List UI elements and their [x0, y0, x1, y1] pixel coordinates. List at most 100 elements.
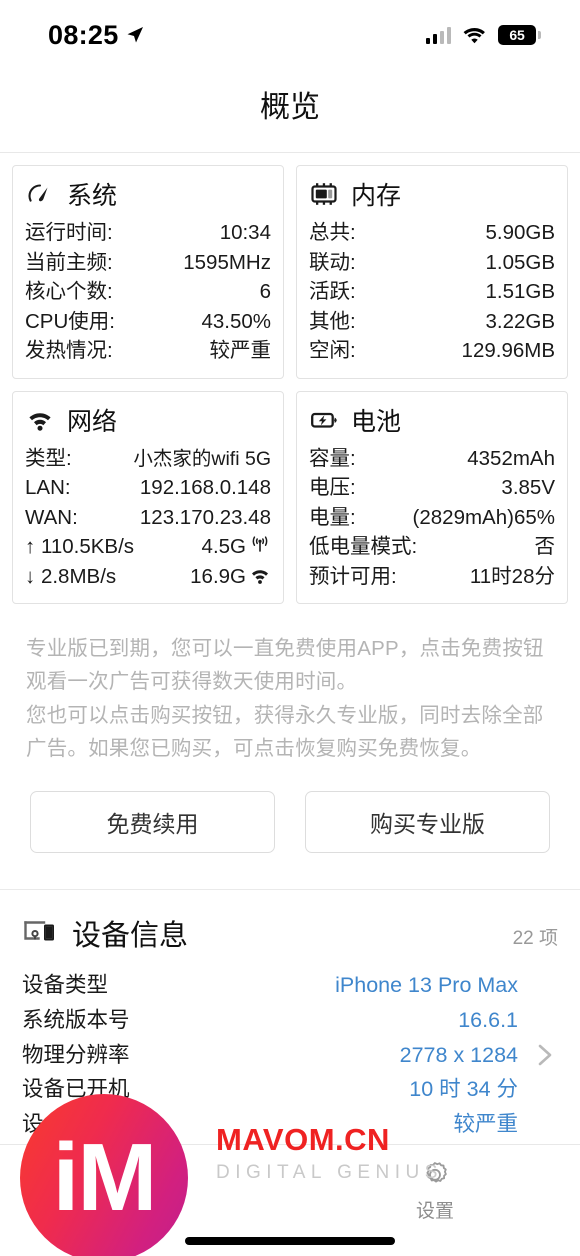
- stat-value: 11时28分: [469, 564, 555, 588]
- battery-percent: 65: [509, 27, 525, 43]
- stat-row: 核心个数: 6: [25, 277, 271, 307]
- stat-row: LAN: 192.168.0.148: [25, 473, 271, 503]
- stat-key: LAN:: [25, 476, 71, 500]
- card-title: 系统: [67, 182, 118, 210]
- stat-value: 3.85V: [501, 476, 555, 500]
- stat-value: 否: [534, 535, 556, 559]
- card-title: 内存: [351, 182, 402, 210]
- stat-value: 10:34: [219, 221, 271, 244]
- cellular-tower-icon: [252, 536, 268, 552]
- stat-value: 4352mAh: [467, 446, 555, 470]
- download-total: 16.9G: [190, 564, 246, 588]
- card-battery[interactable]: 电池 容量: 4352mAh 电压: 3.85V 电量: (2829mAh)65…: [296, 390, 568, 605]
- stat-key: CPU使用:: [25, 309, 115, 333]
- stat-row: 预计可用: 11时28分: [309, 562, 555, 592]
- promo-button-row: 免费续用 购买专业版: [0, 765, 580, 853]
- stats-card-grid: 系统 运行时间: 10:34 当前主频: 1595MHz 核心个数: 6 CPU…: [0, 153, 580, 605]
- device-info-header-left: 设备信息: [22, 912, 188, 954]
- upload-speed: ↑ 110.5KB/s: [25, 535, 135, 559]
- upload-total-group: 4.5G: [202, 532, 271, 562]
- stat-key: 发热情况:: [25, 339, 113, 363]
- chevron-right-icon[interactable]: [532, 1035, 558, 1075]
- stat-row: 其他: 3.22GB: [309, 307, 555, 337]
- card-system[interactable]: 系统 运行时间: 10:34 当前主频: 1595MHz 核心个数: 6 CPU…: [12, 165, 284, 379]
- promo-line-2: 您也可以点击购买按钮，获得永久专业版，同时去除全部广告。如果您已购买，可点击恢复…: [26, 703, 544, 760]
- stat-key: WAN:: [25, 505, 78, 529]
- watermark-text-group: MAVOM.CN DIGITAL GENIUS: [216, 1122, 443, 1184]
- stat-value: (2829mAh)65%: [412, 505, 555, 529]
- device-row-value: iPhone 13 Pro Max: [335, 972, 518, 997]
- battery-charging-icon: [311, 412, 337, 428]
- card-title: 网络: [67, 407, 118, 436]
- stat-key: 容量:: [309, 446, 356, 470]
- cellular-signal-icon: [425, 26, 451, 44]
- device-info-header: 设备信息 22 项: [22, 912, 558, 954]
- promo-line-1: 专业版已到期，您可以一直免费使用APP，点击免费按钮观看一次广告可获得数天使用时…: [26, 637, 544, 694]
- stat-row: 活跃: 1.51GB: [309, 277, 555, 307]
- stat-row: CPU使用: 43.50%: [25, 307, 271, 337]
- device-row-value: 16.6.1: [458, 1007, 518, 1032]
- device-row: 物理分辨率 2778 x 1284: [22, 1038, 518, 1073]
- network-download-row: ↓ 2.8MB/s 16.9G: [25, 562, 271, 592]
- location-arrow-icon: [127, 27, 143, 43]
- stat-value: 129.96MB: [461, 339, 555, 363]
- promo-text-block: 专业版已到期，您可以一直免费使用APP，点击免费按钮观看一次广告可获得数天使用时…: [0, 604, 580, 765]
- stat-key: 空闲:: [309, 339, 356, 363]
- stat-key: 运行时间:: [25, 221, 113, 244]
- stat-key: 电压:: [309, 476, 356, 500]
- download-speed: ↓ 2.8MB/s: [25, 564, 117, 588]
- stat-key: 当前主频:: [25, 250, 113, 274]
- device-row-value: 2778 x 1284: [399, 1042, 518, 1067]
- stat-key: 总共:: [309, 221, 356, 244]
- wifi-icon: [463, 27, 485, 43]
- memory-chip-icon: [311, 183, 337, 205]
- stat-row: 当前主频: 1595MHz: [25, 248, 271, 278]
- stat-row: 总共: 5.90GB: [309, 218, 555, 248]
- device-row-value: 10 时 34 分: [409, 1077, 518, 1102]
- card-header: 网络: [25, 402, 271, 438]
- stat-row: 运行时间: 10:34: [25, 218, 271, 248]
- device-row: 系统版本号 16.6.1: [22, 1003, 518, 1038]
- wifi-icon: [29, 412, 51, 431]
- free-renew-button[interactable]: 免费续用: [30, 790, 275, 853]
- status-bar-right: 65: [425, 25, 541, 45]
- upload-total: 4.5G: [201, 535, 246, 559]
- stat-row: WAN: 123.170.23.48: [25, 503, 271, 533]
- battery-icon: 65: [498, 25, 541, 45]
- device-info-title: 设备信息: [72, 919, 189, 952]
- stat-value: 3.22GB: [485, 309, 555, 333]
- tab-label: 设置: [415, 1201, 454, 1222]
- status-time: 08:25: [48, 19, 119, 50]
- watermark-main-text: MAVOM.CN: [216, 1122, 390, 1157]
- stat-value: 5.90GB: [485, 221, 555, 244]
- stat-row: 低电量模式: 否: [309, 532, 555, 562]
- stat-row: 容量: 4352mAh: [309, 444, 555, 474]
- stat-key: 预计可用:: [309, 564, 397, 588]
- card-network[interactable]: 网络 类型: 小杰家的wifi 5G LAN: 192.168.0.148 WA…: [12, 390, 284, 605]
- stat-row: 电量: (2829mAh)65%: [309, 503, 555, 533]
- device-info-count: 22 项: [512, 927, 558, 949]
- device-row-key: 系统版本号: [22, 1007, 130, 1032]
- stat-key: 低电量模式:: [309, 535, 418, 559]
- stat-value: 小杰家的wifi 5G: [133, 447, 271, 470]
- device-row-value: 较严重: [453, 1112, 518, 1137]
- stat-row: 空闲: 129.96MB: [309, 336, 555, 366]
- device-row-key: 物理分辨率: [22, 1042, 130, 1067]
- page-title: 概览: [260, 91, 320, 124]
- stat-value: 1.05GB: [485, 250, 555, 274]
- devices-icon: [24, 921, 54, 941]
- stat-key: 类型:: [25, 446, 72, 470]
- stat-row: 发热情况: 较严重: [25, 336, 271, 366]
- home-indicator: [185, 1237, 395, 1245]
- stat-value: 6: [259, 280, 271, 304]
- stat-row: 联动: 1.05GB: [309, 248, 555, 278]
- stat-value: 1595MHz: [183, 250, 271, 274]
- speedometer-icon: [28, 184, 48, 202]
- device-row: 设备类型 iPhone 13 Pro Max: [22, 968, 518, 1003]
- card-memory[interactable]: 内存 总共: 5.90GB 联动: 1.05GB 活跃: 1.51GB 其他: …: [296, 165, 568, 379]
- watermark-sub-text: DIGITAL GENIUS: [216, 1162, 443, 1183]
- stat-value: 123.170.23.48: [139, 505, 271, 529]
- buy-pro-button[interactable]: 购买专业版: [305, 790, 550, 853]
- app-screen: 08:25 65 概览 系统 运行时间: 10:34 当前主频: 1595MHz…: [0, 0, 580, 1256]
- stat-key: 联动:: [309, 250, 356, 274]
